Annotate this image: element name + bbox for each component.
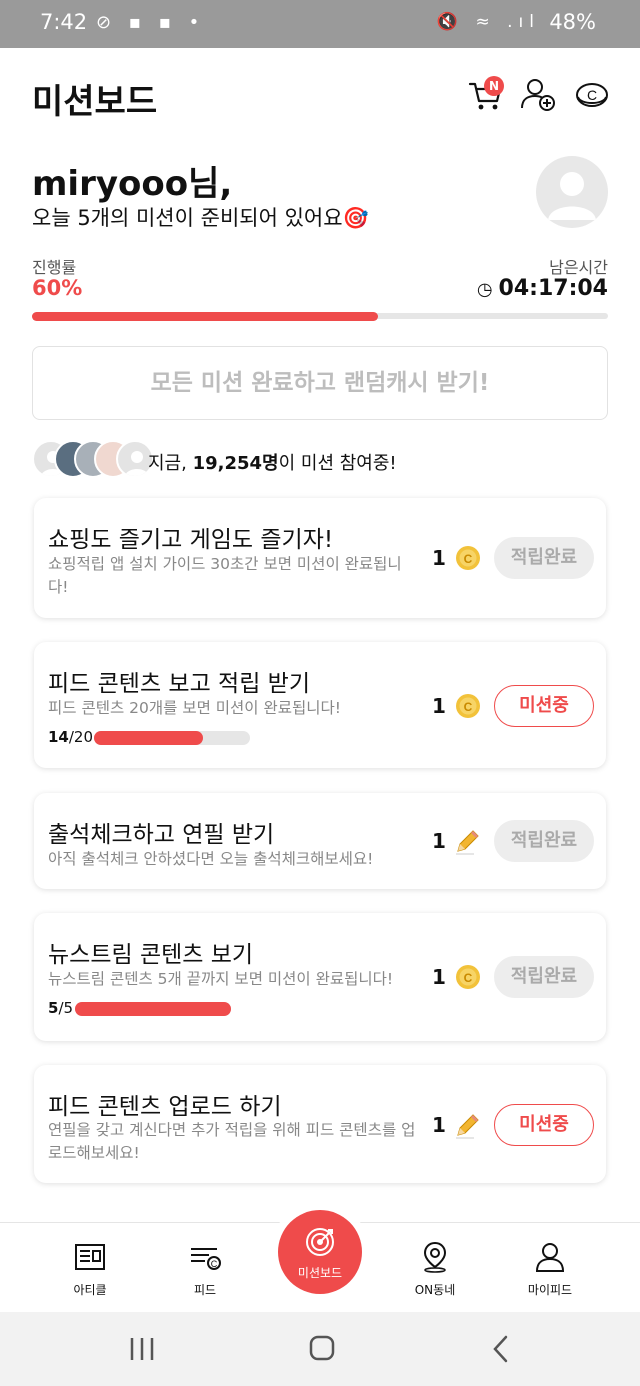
status-left-icons: ⊘ ▪ ▪ • [96,12,206,33]
nav-mypage-label: 마이피드 [527,1283,573,1297]
recent-apps-icon[interactable] [122,1332,162,1366]
reward-count: 1 [432,965,446,989]
reward-count: 1 [432,694,446,718]
status-button-completed[interactable]: 적립완료 [494,956,594,998]
user-greeting: miryooo님, [32,164,233,204]
mission-progress-total: /20 [68,728,94,746]
remaining-time: ◷ 04:17:04 [477,276,608,301]
mission-description: 아직 출석체크 안하셨다면 오늘 출석체크해보세요! [48,850,374,868]
coin-icon: C [456,965,480,989]
nav-article[interactable]: 아티클 [40,1223,140,1311]
mission-card[interactable]: 피드 콘텐츠 업로드 하기 연필을 갖고 계신다면 추가 적립을 위해 피드 콘… [34,1065,606,1183]
svg-text:C: C [464,552,473,566]
mission-title: 피드 콘텐츠 보고 적립 받기 [48,671,311,697]
mission-progress-text: 14/20 [48,728,93,746]
mission-progress-bar [94,731,250,745]
svg-text:C: C [464,700,473,714]
status-time: 7:42 [40,10,88,34]
mission-title: 뉴스트림 콘텐츠 보기 [48,942,254,968]
mission-description: 피드 콘텐츠 20개를 보면 미션이 완료됩니다! [48,699,341,717]
target-icon [306,1228,334,1256]
svg-text:C: C [464,971,473,985]
nav-on-neighborhood-label: ON동네 [414,1283,456,1297]
mission-progress-total: /5 [58,999,74,1017]
svg-text:C: C [587,87,597,103]
home-icon[interactable] [302,1332,342,1366]
mission-description: 쇼핑적립 앱 설치 가이드 30초간 보면 미션이 완료됩니다! [48,555,402,596]
nav-missionboard[interactable]: 미션보드 [278,1210,362,1294]
nav-missionboard-label: 미션보드 [297,1266,343,1280]
coin-icon[interactable]: C [572,74,612,114]
participant-prefix: 지금, [148,453,193,474]
participant-count: 19,254명 [192,453,279,474]
progress-label: 진행률 [32,258,77,277]
mission-title: 피드 콘텐츠 업로드 하기 [48,1094,282,1120]
progress-bar [32,312,608,321]
reward-count: 1 [432,546,446,570]
mission-progress-text: 5/5 [48,999,73,1017]
status-button-in-progress[interactable]: 미션중 [494,685,594,727]
svg-text:C: C [211,1259,218,1269]
coin-icon: C [456,694,480,718]
progress-bar-fill [32,312,378,321]
feed-icon: C [191,1248,221,1270]
add-friend-icon[interactable] [518,74,558,114]
status-button-in-progress[interactable]: 미션중 [494,1104,594,1146]
mission-progress-done: 14 [48,728,69,746]
coin-icon: C [456,546,480,570]
nav-feed-label: 피드 [193,1283,217,1297]
mission-description: 연필을 갖고 계신다면 추가 적립을 위해 피드 콘텐츠를 업로드해보세요! [48,1121,416,1162]
pencil-icon [456,830,479,855]
back-icon[interactable] [482,1332,522,1366]
participant-count-text: 지금, 19,254명이 미션 참여중! [148,449,397,475]
participant-suffix: 이 미션 참여중! [278,453,397,474]
complete-all-button[interactable]: 모든 미션 완료하고 랜덤캐시 받기! [32,346,608,420]
mission-title: 쇼핑도 즐기고 게임도 즐기자! [48,527,334,553]
system-navigation-bar [0,1312,640,1386]
mission-card[interactable]: 쇼핑도 즐기고 게임도 즐기자! 쇼핑적립 앱 설치 가이드 30초간 보면 미… [34,498,606,618]
new-badge: N [484,76,504,96]
remaining-time-label: 남은시간 [549,258,608,277]
mission-progress-bar [75,1002,231,1016]
mission-progress-fill [75,1002,231,1016]
nav-mypage[interactable]: 마이피드 [500,1223,600,1311]
status-bar: 7:42 ⊘ ▪ ▪ • 🔇 ≈ .ıl 48% [0,0,640,48]
location-pin-icon [423,1241,447,1273]
mission-progress-done: 5 [48,999,59,1017]
mission-progress-fill [94,731,204,745]
mission-title: 출석체크하고 연필 받기 [48,822,275,848]
pencil-icon [456,1114,479,1139]
mission-card[interactable]: 뉴스트림 콘텐츠 보기 뉴스트림 콘텐츠 5개 끝까지 보면 미션이 완료됩니다… [34,913,606,1041]
nav-feed[interactable]: C 피드 [155,1223,255,1311]
progress-percent: 60% [32,276,83,300]
clock-icon: ◷ [476,279,493,300]
mission-description: 뉴스트림 콘텐츠 5개 끝까지 보면 미션이 완료됩니다! [48,970,394,988]
status-button-completed[interactable]: 적립완료 [494,820,594,862]
battery-level: 48% [549,10,596,34]
nav-article-label: 아티클 [73,1283,107,1297]
nav-on-neighborhood[interactable]: ON동네 [385,1223,485,1311]
mission-card[interactable]: 피드 콘텐츠 보고 적립 받기 피드 콘텐츠 20개를 보면 미션이 완료됩니다… [34,642,606,768]
user-avatar-icon [548,172,596,220]
article-icon [75,1244,105,1270]
status-button-completed[interactable]: 적립완료 [494,537,594,579]
page-title: 미션보드 [32,82,158,122]
mission-count-text: 오늘 5개의 미션이 준비되어 있어요🎯 [32,206,369,230]
mission-card[interactable]: 출석체크하고 연필 받기 아직 출석체크 안하셨다면 오늘 출석체크해보세요! … [34,793,606,889]
reward-count: 1 [432,829,446,853]
status-right-icons: 🔇 ≈ .ıl [436,12,540,32]
remaining-time-value: 04:17:04 [498,276,608,301]
person-icon [535,1243,565,1272]
avatar[interactable] [536,156,608,228]
reward-count: 1 [432,1113,446,1137]
